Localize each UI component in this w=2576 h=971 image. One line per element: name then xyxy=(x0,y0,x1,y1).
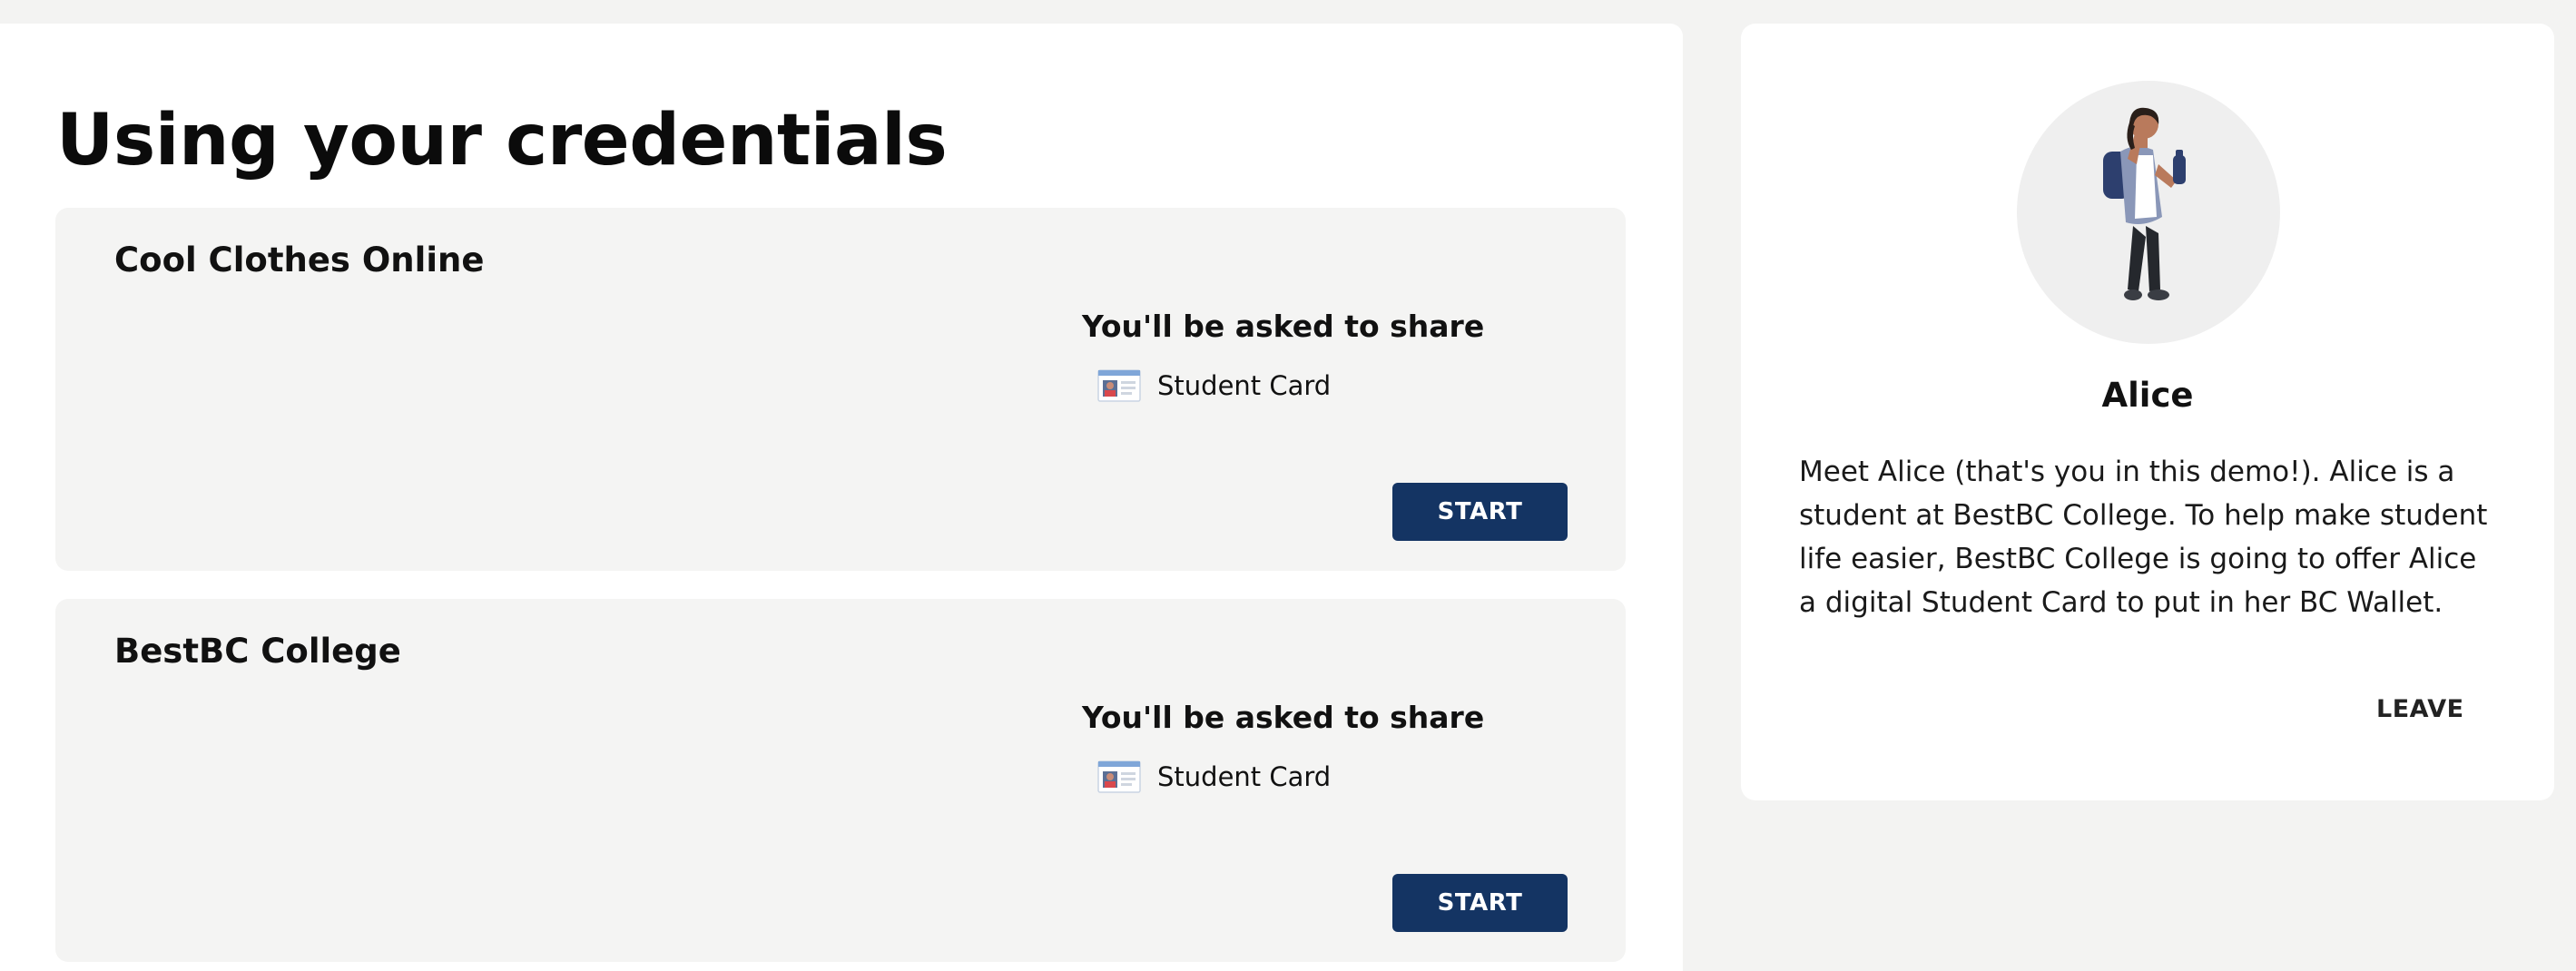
character-panel: Alice Meet Alice (that's you in this dem… xyxy=(1741,24,2554,800)
student-card-icon xyxy=(1097,368,1141,403)
start-button-bestbc[interactable]: START xyxy=(1392,874,1568,932)
character-name: Alice xyxy=(2101,376,2194,415)
character-description: Meet Alice (that's you in this demo!). A… xyxy=(1799,456,2488,619)
use-case-card-cool-clothes: Cool Clothes Online You'll be asked to s… xyxy=(55,208,1626,571)
credential-label: Student Card xyxy=(1157,761,1332,792)
main-panel: Using your credentials Cool Clothes Onli… xyxy=(0,24,1683,971)
share-heading: You'll be asked to share xyxy=(1082,700,1485,735)
student-avatar-illustration xyxy=(2017,81,2280,344)
credential-item: Student Card xyxy=(1097,367,1331,405)
start-button-cool-clothes[interactable]: START xyxy=(1392,483,1568,541)
page-title: Using your credentials xyxy=(56,100,948,181)
credential-label: Student Card xyxy=(1157,370,1332,401)
leave-button[interactable]: LEAVE xyxy=(2376,695,2464,723)
use-case-title: Cool Clothes Online xyxy=(114,240,485,280)
use-case-card-bestbc: BestBC College You'll be asked to share … xyxy=(55,599,1626,962)
credential-item: Student Card xyxy=(1097,758,1331,796)
use-case-title: BestBC College xyxy=(114,632,401,671)
student-card-icon xyxy=(1097,760,1141,794)
share-heading: You'll be asked to share xyxy=(1082,309,1485,344)
